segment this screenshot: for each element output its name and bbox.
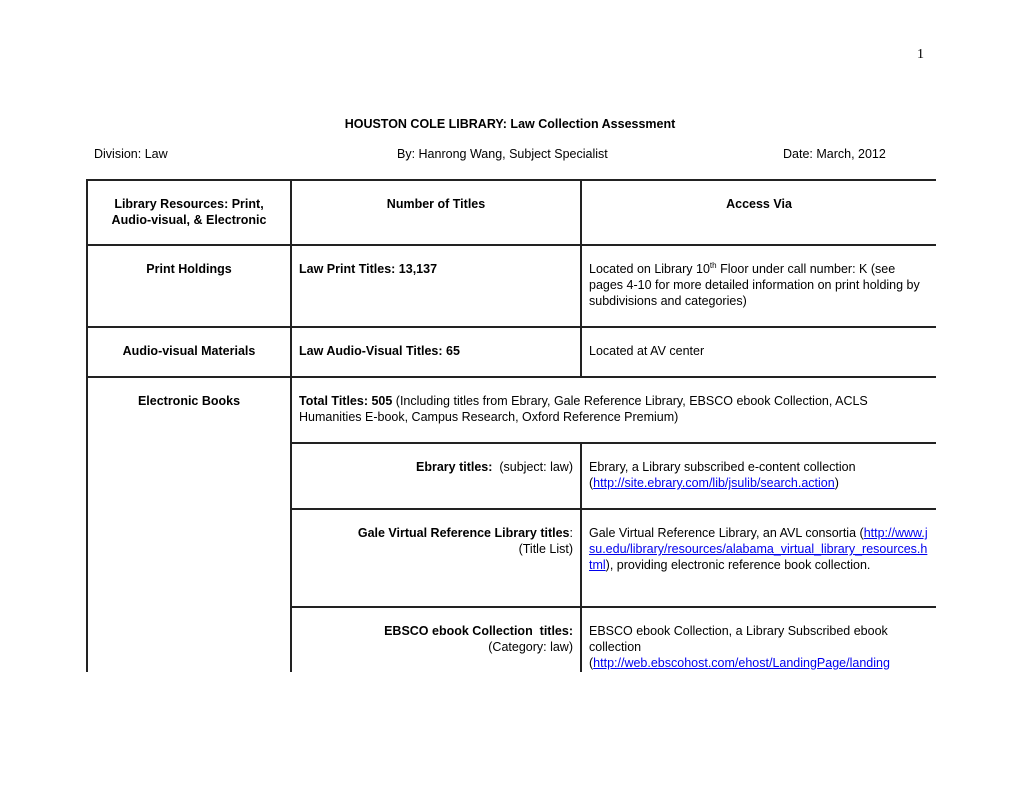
- ebsco-access: EBSCO ebook Collection, a Library Subscr…: [582, 608, 936, 671]
- access-print: Located on Library 10th Floor under call…: [582, 246, 936, 309]
- sub-label: Gale Virtual Reference Library titles: [357, 526, 570, 540]
- sub-label: Ebrary titles:: [415, 460, 493, 474]
- access-text: ), providing electronic reference book c…: [605, 558, 871, 572]
- author-label: By: Hanrong Wang, Subject Specialist: [397, 147, 608, 161]
- table-header-row: Library Resources: Print, Audio-visual, …: [86, 179, 936, 246]
- column-header-access: Access Via: [726, 197, 792, 211]
- sub-label: EBSCO ebook Collection titles:: [384, 624, 573, 638]
- document-title: HOUSTON COLE LIBRARY: Law Collection Ass…: [344, 117, 676, 131]
- table-row: Print Holdings Law Print Titles: 13,137 …: [86, 244, 936, 328]
- titles-av: Law Audio-Visual Titles: 65: [299, 344, 460, 358]
- resource-audio-visual: Audio-visual Materials: [122, 344, 256, 358]
- division-label: Division: Law: [94, 147, 168, 161]
- ebrary-access: Ebrary, a Library subscribed e-content c…: [582, 444, 936, 491]
- access-text: Located on Library 10: [589, 262, 710, 276]
- ebooks-total: Total Titles: 505 (Including titles from…: [292, 378, 936, 425]
- table-row: Electronic Books Total Titles: 505 (Incl…: [86, 376, 936, 672]
- ordinal-suffix: th: [709, 260, 717, 270]
- ebsco-titles: EBSCO ebook Collection titles: (Category:…: [292, 608, 580, 655]
- ebrary-titles: Ebrary titles: (subject: law): [292, 444, 580, 475]
- column-header-resources: Library Resources: Print, Audio-visual, …: [111, 197, 267, 227]
- gale-access: Gale Virtual Reference Library, an AVL c…: [582, 510, 936, 573]
- resource-print-holdings: Print Holdings: [146, 262, 232, 276]
- access-text: ): [834, 476, 839, 490]
- date-label: Date: March, 2012: [783, 147, 886, 161]
- sub-qualifier: (Category: law): [488, 640, 573, 654]
- table-row: Audio-visual Materials Law Audio-Visual …: [86, 326, 936, 378]
- sub-label-suffix: :: [569, 526, 573, 540]
- column-header-titles: Number of Titles: [386, 197, 486, 211]
- sub-qualifier: (Title List): [518, 542, 573, 556]
- access-av: Located at AV center: [589, 344, 705, 358]
- ebsco-link[interactable]: http://web.ebscohost.com/ehost/LandingPa…: [593, 656, 890, 670]
- sub-qualifier: (subject: law): [492, 460, 573, 474]
- collection-table: Library Resources: Print, Audio-visual, …: [86, 179, 936, 672]
- gale-titles: Gale Virtual Reference Library titles: (T…: [292, 510, 580, 557]
- resource-electronic-books: Electronic Books: [137, 394, 241, 408]
- access-text: Gale Virtual Reference Library, an AVL c…: [589, 526, 864, 540]
- ebrary-link[interactable]: http://site.ebrary.com/lib/jsulib/search…: [593, 476, 835, 490]
- titles-print: Law Print Titles: 13,137: [299, 262, 438, 276]
- total-titles-label: Total Titles: 505: [299, 394, 393, 408]
- page-number: 1: [917, 47, 924, 62]
